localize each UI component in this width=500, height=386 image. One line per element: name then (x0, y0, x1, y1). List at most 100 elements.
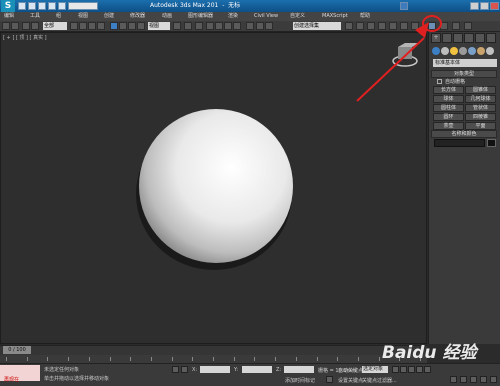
select-move-icon[interactable] (110, 22, 118, 30)
autogrid-checkbox[interactable] (437, 79, 442, 84)
maximize-button[interactable] (480, 2, 489, 10)
helpers-icon[interactable] (468, 47, 476, 55)
selection-filter-dropdown[interactable]: 全部 (43, 22, 67, 30)
menu-views[interactable]: 视图 (78, 12, 88, 21)
utilities-tab-icon[interactable] (486, 33, 496, 43)
menu-animation[interactable]: 动画 (162, 12, 172, 21)
spacewarps-icon[interactable] (477, 47, 485, 55)
select-place-icon[interactable] (137, 22, 145, 30)
menu-create[interactable]: 创建 (104, 12, 114, 21)
previous-frame-icon[interactable] (400, 366, 407, 373)
angle-snap-icon[interactable] (215, 22, 223, 30)
goto-end-icon[interactable] (424, 366, 431, 373)
next-frame-icon[interactable] (416, 366, 423, 373)
absolute-mode-icon[interactable] (181, 366, 188, 373)
zoom-all-icon[interactable] (460, 376, 467, 383)
select-rotate-icon[interactable] (119, 22, 127, 30)
menu-modifiers[interactable]: 修改器 (130, 12, 145, 21)
menu-civil-view[interactable]: Civil View (254, 12, 278, 21)
named-selection-dropdown[interactable]: 创建选择集 (293, 22, 341, 30)
create-tab-icon[interactable]: + (431, 33, 441, 43)
menu-tools[interactable]: 工具 (30, 12, 40, 21)
menu-help[interactable]: 帮助 (360, 12, 370, 21)
key-mode-icon[interactable] (326, 376, 333, 383)
geometry-icon[interactable] (432, 47, 440, 55)
geosphere-button[interactable]: 几何球体 (465, 95, 496, 103)
align-icon[interactable] (265, 22, 273, 30)
mirror-icon[interactable] (256, 22, 264, 30)
menu-maxscript[interactable]: MAXScript (322, 12, 348, 21)
add-time-tag-button[interactable]: 添加时间标记 (285, 377, 315, 384)
select-scale-icon[interactable] (128, 22, 136, 30)
menu-customize[interactable]: 自定义 (290, 12, 305, 21)
pan-view-icon[interactable] (470, 376, 477, 383)
torus-button[interactable]: 圆环 (433, 113, 464, 121)
selection-lock-icon[interactable] (172, 366, 179, 373)
hierarchy-tab-icon[interactable] (453, 33, 463, 43)
layer-explorer-icon[interactable] (356, 22, 364, 30)
undo-toolbar-icon[interactable] (2, 22, 10, 30)
sphere-button[interactable]: 球体 (433, 95, 464, 103)
z-coord-field[interactable] (284, 366, 314, 373)
render-production-icon[interactable] (452, 22, 460, 30)
object-category-dropdown[interactable]: 标准基本体 (433, 59, 497, 67)
redo-toolbar-icon[interactable] (11, 22, 19, 30)
rect-selection-icon[interactable] (88, 22, 96, 30)
plane-button[interactable]: 平面 (465, 122, 496, 130)
object-name-field[interactable] (434, 139, 485, 147)
name-color-rollout[interactable]: 名称和颜色 (431, 130, 497, 138)
motion-tab-icon[interactable] (464, 33, 474, 43)
time-slider-thumb[interactable]: 0 / 100 (3, 346, 31, 354)
object-color-swatch[interactable] (487, 139, 496, 147)
teapot-button[interactable]: 茶壶 (433, 122, 464, 130)
scene-explorer-icon[interactable] (345, 22, 353, 30)
pivot-center-icon[interactable] (173, 22, 181, 30)
key-filters-button[interactable]: 关键点过滤器... (362, 377, 397, 384)
goto-start-icon[interactable] (392, 366, 399, 373)
pyramid-button[interactable]: 四棱锥 (465, 113, 496, 121)
display-tab-icon[interactable] (475, 33, 485, 43)
snaps-toggle-icon[interactable] (206, 22, 214, 30)
object-type-rollout[interactable]: 对象类型 (431, 70, 497, 78)
curve-editor-icon[interactable] (378, 22, 386, 30)
spinner-snap-icon[interactable] (233, 22, 241, 30)
save-file-icon[interactable] (38, 2, 46, 10)
app-logo-icon[interactable]: S (1, 0, 15, 12)
ribbon-toggle-icon[interactable] (367, 22, 375, 30)
undo-icon[interactable] (48, 2, 56, 10)
orbit-icon[interactable] (480, 376, 487, 383)
edit-named-selection-icon[interactable] (246, 22, 254, 30)
select-manipulate-icon[interactable] (184, 22, 192, 30)
search-icon[interactable] (400, 2, 408, 10)
menu-graph-editors[interactable]: 图形编辑器 (188, 12, 213, 21)
new-file-icon[interactable] (18, 2, 26, 10)
play-icon[interactable] (408, 366, 415, 373)
reference-coord-dropdown[interactable]: 视图 (148, 22, 170, 30)
systems-icon[interactable] (486, 47, 494, 55)
window-crossing-icon[interactable] (97, 22, 105, 30)
shapes-icon[interactable] (441, 47, 449, 55)
lights-icon[interactable] (450, 47, 458, 55)
link-icon[interactable] (22, 22, 30, 30)
modify-tab-icon[interactable] (442, 33, 452, 43)
set-key-button[interactable]: 设置关键点 (338, 377, 363, 384)
schematic-view-icon[interactable] (389, 22, 397, 30)
cameras-icon[interactable] (459, 47, 467, 55)
cylinder-button[interactable]: 圆柱体 (433, 104, 464, 112)
select-by-name-icon[interactable] (79, 22, 87, 30)
auto-key-selection-dropdown[interactable]: 选定对象 (362, 366, 388, 373)
unlink-icon[interactable] (31, 22, 39, 30)
maximize-viewport-icon[interactable] (490, 376, 497, 383)
render-cloud-icon[interactable] (464, 22, 472, 30)
zoom-icon[interactable] (450, 376, 457, 383)
menu-rendering[interactable]: 渲染 (228, 12, 238, 21)
tube-button[interactable]: 管状体 (465, 104, 496, 112)
y-coord-field[interactable] (242, 366, 272, 373)
workspace-dropdown[interactable] (68, 2, 98, 10)
select-object-icon[interactable] (70, 22, 78, 30)
percent-snap-icon[interactable] (224, 22, 232, 30)
menu-edit[interactable]: 编辑 (4, 12, 14, 21)
material-editor-icon[interactable] (400, 22, 408, 30)
close-button[interactable] (490, 2, 499, 10)
box-button[interactable]: 长方体 (433, 86, 464, 94)
